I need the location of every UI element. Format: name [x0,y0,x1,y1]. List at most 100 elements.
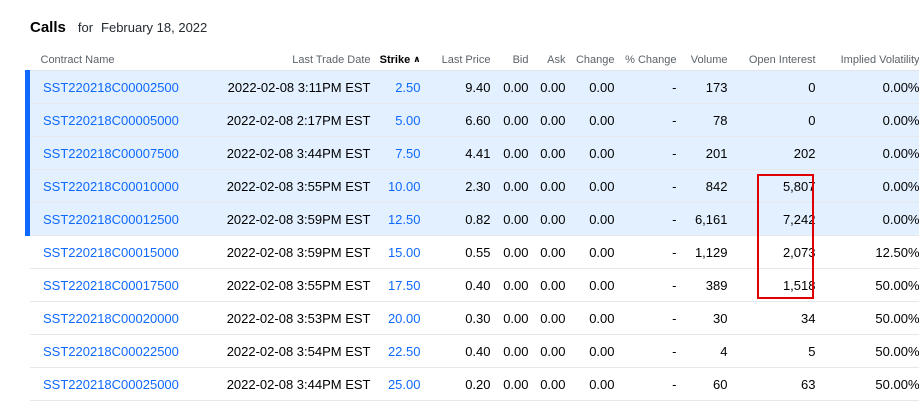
table-header-row: Contract Name Last Trade Date Strike ∧ La… [27,49,919,71]
strike-cell: 20.00 [373,301,424,335]
ask-cell: 0.00 [531,103,569,137]
strike-cell: 15.00 [373,235,424,269]
change-cell: 0.00 [568,268,618,302]
strike-link[interactable]: 12.50 [388,212,421,227]
contract-link[interactable]: SST220218C00025000 [43,377,179,392]
bid-cell: 0.00 [493,301,532,335]
for-label: for [77,20,94,35]
volume-cell: 78 [679,103,731,137]
strike-cell: 5.00 [373,103,424,137]
strike-cell: 25.00 [373,367,424,401]
contract-cell: SST220218C00005000 [25,103,216,137]
col-header-contract[interactable]: Contract Name [27,49,216,71]
col-header-change[interactable]: Change [568,49,618,71]
implied-volatility-cell: 0.00% [818,136,919,170]
table-row: SST220218C00020000 2022-02-08 3:53PM EST… [27,301,919,335]
contract-link[interactable]: SST220218C00005000 [43,113,179,128]
contract-cell: SST220218C00002500 [25,70,216,104]
bid-cell: 0.00 [493,202,532,236]
last-price-cell: 0.20 [423,367,494,401]
ask-cell: 0.00 [531,268,569,302]
pct-change-cell: - [617,268,680,302]
volume-cell: 4 [679,334,731,368]
change-cell: 0.00 [568,235,618,269]
last-price-cell: 0.55 [423,235,494,269]
bid-cell: 0.00 [493,70,532,104]
change-cell: 0.00 [568,301,618,335]
strike-link[interactable]: 10.00 [388,179,421,194]
table-row: SST220218C00007500 2022-02-08 3:44PM EST… [25,136,919,170]
table-row: SST220218C00017500 2022-02-08 3:55PM EST… [27,268,919,302]
ask-cell: 0.00 [531,367,569,401]
contract-cell: SST220218C00022500 [27,334,216,368]
strike-link[interactable]: 25.00 [388,377,421,392]
pct-change-cell: - [617,235,680,269]
strike-link[interactable]: 20.00 [388,311,421,326]
strike-link[interactable]: 2.50 [395,80,420,95]
col-header-strike[interactable]: Strike ∧ [373,49,424,71]
chevron-up-icon: ∧ [413,53,421,64]
col-header-open-interest[interactable]: Open Interest [730,49,819,71]
strike-link[interactable]: 15.00 [388,245,421,260]
open-interest-cell: 34 [730,301,819,335]
contract-link[interactable]: SST220218C00012500 [43,212,179,227]
table-row: SST220218C00012500 2022-02-08 3:59PM EST… [25,202,919,236]
open-interest-cell: 2,073 [730,235,819,269]
strike-link[interactable]: 17.50 [388,278,421,293]
col-header-last-price[interactable]: Last Price [423,49,494,71]
contract-link[interactable]: SST220218C00015000 [43,245,179,260]
pct-change-cell: - [617,334,680,368]
contract-link[interactable]: SST220218C00010000 [43,179,179,194]
strike-cell: 17.50 [373,268,424,302]
col-header-implied-volatility[interactable]: Implied Volatility [818,49,919,71]
change-cell: 0.00 [568,70,618,104]
pct-change-cell: - [617,103,680,137]
section-title: Calls [30,19,66,36]
pct-change-cell: - [617,136,680,170]
contract-cell: SST220218C00017500 [27,268,216,302]
contract-link[interactable]: SST220218C00002500 [43,80,179,95]
implied-volatility-cell: 50.00% [818,301,919,335]
last-price-cell: 4.41 [423,136,494,170]
strike-cell: 22.50 [373,334,424,368]
contract-link[interactable]: SST220218C00022500 [43,344,179,359]
last-price-cell: 0.40 [423,334,494,368]
bid-cell: 0.00 [493,136,532,170]
bid-cell: 0.00 [493,367,532,401]
implied-volatility-cell: 50.00% [818,367,919,401]
ask-cell: 0.00 [531,235,569,269]
implied-volatility-cell: 50.00% [818,268,919,302]
implied-volatility-cell: 0.00% [818,169,919,203]
contract-link[interactable]: SST220218C00020000 [43,311,179,326]
contract-link[interactable]: SST220218C00017500 [43,278,179,293]
col-header-bid[interactable]: Bid [493,49,532,71]
contract-cell: SST220218C00010000 [25,169,216,203]
volume-cell: 30 [679,301,731,335]
contract-link[interactable]: SST220218C00007500 [43,146,179,161]
table-row: SST220218C00005000 2022-02-08 2:17PM EST… [25,103,919,137]
contract-cell: SST220218C00012500 [25,202,216,236]
strike-link[interactable]: 5.00 [395,113,420,128]
col-header-ask[interactable]: Ask [531,49,569,71]
last-trade-date-cell: 2022-02-08 3:59PM EST [215,235,374,269]
last-trade-date-cell: 2022-02-08 3:11PM EST [215,70,374,104]
col-header-pct-change[interactable]: % Change [617,49,680,71]
bid-cell: 0.00 [493,235,532,269]
table-row: SST220218C00022500 2022-02-08 3:54PM EST… [27,334,919,368]
pct-change-cell: - [617,367,680,401]
last-trade-date-cell: 2022-02-08 3:55PM EST [215,268,374,302]
open-interest-cell: 202 [730,136,819,170]
strike-link[interactable]: 22.50 [388,344,421,359]
contract-cell: SST220218C00025000 [27,367,216,401]
strike-cell: 10.00 [373,169,424,203]
strike-link[interactable]: 7.50 [395,146,420,161]
pct-change-cell: - [617,301,680,335]
open-interest-cell: 5,807 [730,169,819,203]
last-price-cell: 0.82 [423,202,494,236]
col-header-last-trade-date[interactable]: Last Trade Date [215,49,374,71]
change-cell: 0.00 [568,136,618,170]
open-interest-cell: 1,518 [730,268,819,302]
last-trade-date-cell: 2022-02-08 3:44PM EST [215,367,374,401]
col-header-volume[interactable]: Volume [679,49,731,71]
last-trade-date-cell: 2022-02-08 3:54PM EST [215,334,374,368]
